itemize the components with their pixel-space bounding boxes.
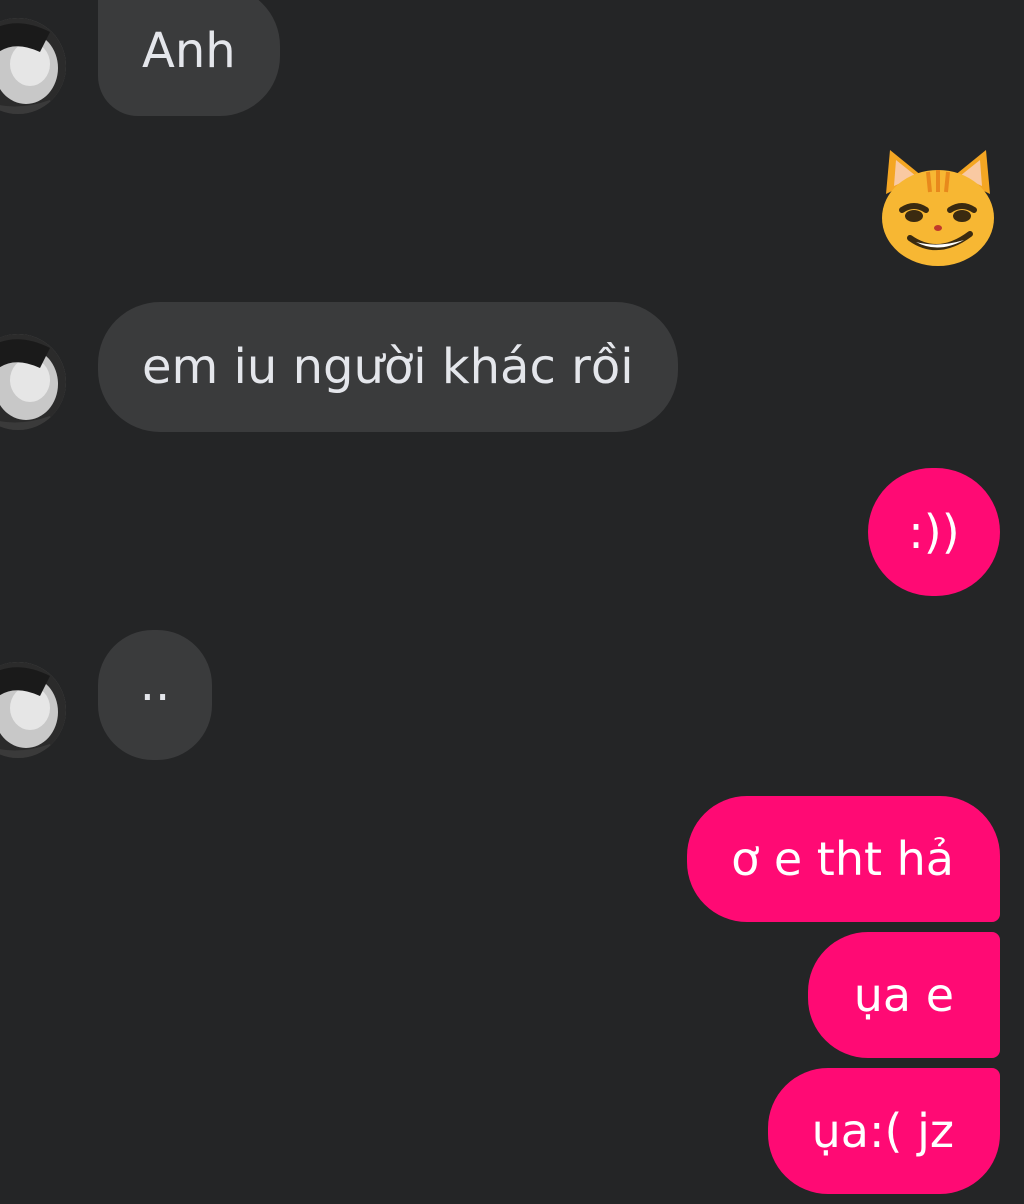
message-bubble-outgoing[interactable]: ụa e: [807, 932, 1000, 1058]
message-text: :)): [908, 505, 960, 559]
message-text: ơ e tht hả: [731, 832, 954, 886]
profile-photo-icon: [0, 662, 66, 758]
message-text: ..: [139, 656, 171, 712]
message-bubble-incoming[interactable]: em iu người khác rồi: [98, 302, 678, 432]
message-text: em iu người khác rồi: [142, 339, 634, 395]
message-bubble-incoming[interactable]: Anh: [98, 0, 280, 116]
profile-photo-icon: [0, 18, 66, 114]
smirking-cat-emoji-icon[interactable]: [876, 146, 1000, 270]
avatar[interactable]: [0, 662, 66, 758]
message-bubble-outgoing[interactable]: :)): [868, 468, 1000, 596]
avatar[interactable]: [0, 334, 66, 430]
message-bubble-outgoing[interactable]: ơ e tht hả: [687, 796, 1000, 922]
message-text: ụa:( jz: [811, 1104, 954, 1158]
message-bubble-incoming[interactable]: ..: [98, 630, 212, 760]
avatar[interactable]: [0, 18, 66, 114]
profile-photo-icon: [0, 334, 66, 430]
message-text: Anh: [142, 23, 236, 79]
message-bubble-outgoing[interactable]: ụa:( jz: [767, 1068, 1000, 1194]
message-text: ụa e: [853, 968, 954, 1022]
